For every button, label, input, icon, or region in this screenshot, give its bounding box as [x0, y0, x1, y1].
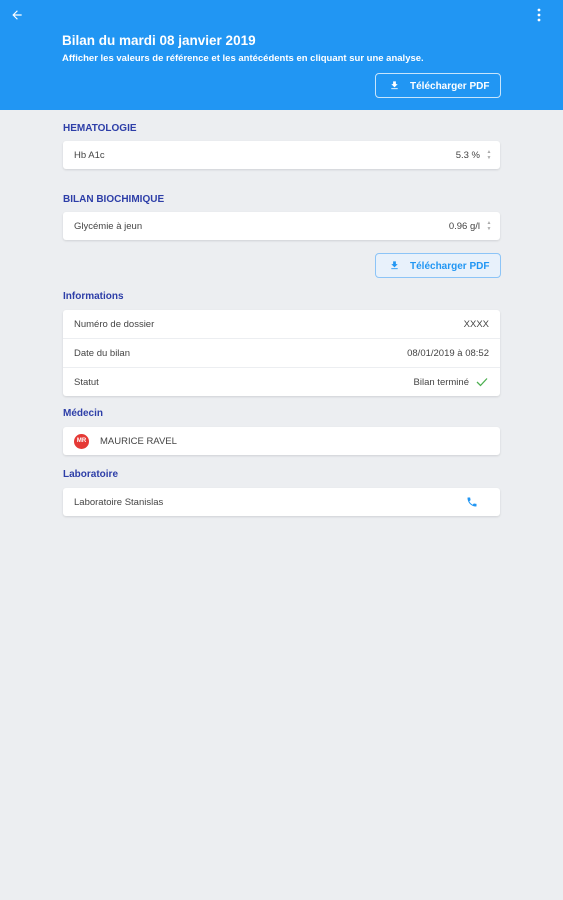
- arrow-left-icon: [12, 10, 22, 20]
- range-indicator-icon: ▲ ▼: [486, 149, 492, 161]
- doctor-avatar: MR: [74, 434, 89, 449]
- info-label: Numéro de dossier: [74, 319, 155, 330]
- analysis-value: 5.3 %: [455, 150, 480, 161]
- hematologie-card: Hb A1c 5.3 % ▲ ▼: [63, 141, 500, 169]
- download-pdf-label: Télécharger PDF: [410, 81, 490, 92]
- info-row-dossier: Numéro de dossier XXXX: [63, 310, 500, 338]
- download-pdf-label: Télécharger PDF: [410, 261, 490, 272]
- medecin-card[interactable]: MR MAURICE RAVEL: [63, 427, 500, 455]
- section-title-medecin: Médecin: [63, 408, 104, 419]
- info-label: Date du bilan: [74, 348, 130, 359]
- info-row-date: Date du bilan 08/01/2019 à 08:52: [63, 338, 500, 367]
- analysis-row-glycemie[interactable]: Glycémie à jeun 0.96 g/l ▲ ▼: [63, 212, 500, 240]
- analysis-row-hba1c[interactable]: Hb A1c 5.3 % ▲ ▼: [63, 141, 500, 169]
- analysis-label: Hb A1c: [74, 150, 105, 161]
- info-value: 08/01/2019 à 08:52: [407, 348, 489, 359]
- page-title: Bilan du mardi 08 janvier 2019: [62, 33, 256, 48]
- laboratoire-card: Laboratoire Stanislas: [63, 488, 500, 516]
- doctor-name: MAURICE RAVEL: [100, 436, 177, 447]
- section-title-hematologie: HEMATOLOGIE: [63, 123, 137, 134]
- lab-name: Laboratoire Stanislas: [74, 497, 164, 508]
- section-title-biochimique: BILAN BIOCHIMIQUE: [63, 194, 165, 205]
- doctor-row[interactable]: MR MAURICE RAVEL: [63, 427, 500, 455]
- more-vertical-icon: [537, 8, 541, 22]
- range-indicator-icon: ▲ ▼: [486, 220, 492, 232]
- back-button[interactable]: [10, 8, 34, 28]
- analysis-value: 0.96 g/l: [448, 221, 480, 232]
- download-icon: [391, 81, 398, 90]
- download-pdf-button[interactable]: Télécharger PDF: [375, 253, 501, 278]
- informations-card: Numéro de dossier XXXX Date du bilan 08/…: [63, 310, 500, 396]
- section-title-informations: Informations: [63, 291, 124, 302]
- download-icon: [391, 261, 398, 270]
- biochimique-card: Glycémie à jeun 0.96 g/l ▲ ▼: [63, 212, 500, 240]
- overflow-menu-button[interactable]: [537, 8, 551, 28]
- info-row-statut: Statut Bilan terminé: [63, 367, 500, 396]
- status-value: Bilan terminé: [413, 377, 469, 388]
- info-label: Statut: [74, 377, 99, 388]
- phone-icon[interactable]: [466, 496, 478, 508]
- check-icon: [476, 378, 488, 387]
- lab-row: Laboratoire Stanislas: [63, 488, 500, 516]
- analysis-label: Glycémie à jeun: [74, 221, 143, 232]
- page-subtitle: Afficher les valeurs de référence et les…: [62, 53, 424, 64]
- section-title-laboratoire: Laboratoire: [63, 469, 119, 480]
- download-pdf-button-header[interactable]: Télécharger PDF: [375, 73, 501, 98]
- app-bar: Bilan du mardi 08 janvier 2019 Afficher …: [0, 0, 563, 110]
- info-value: XXXX: [463, 319, 489, 330]
